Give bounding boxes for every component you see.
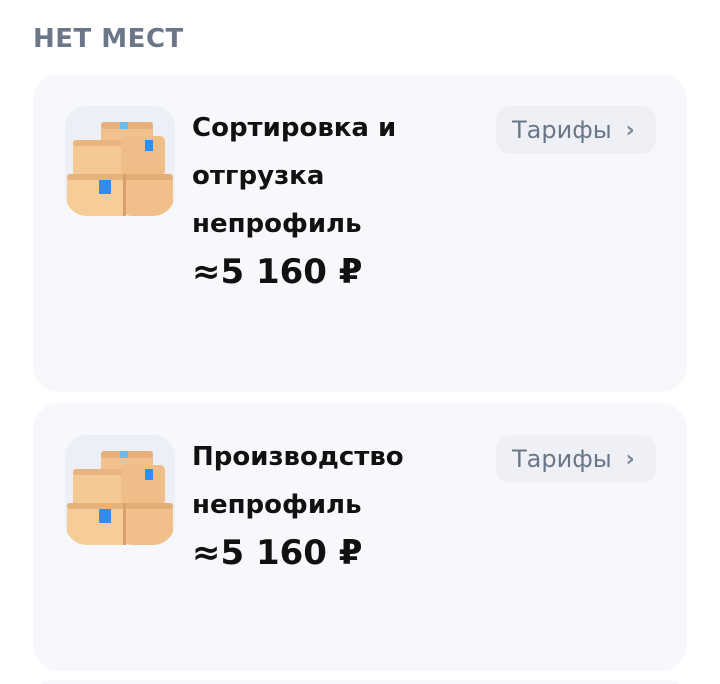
chevron-right-icon: › (625, 446, 635, 472)
price: ≈5 160 ₽ (192, 533, 363, 573)
next-card-edge (33, 680, 687, 684)
price: ≈5 160 ₽ (192, 252, 363, 292)
tariffs-button-label: Тарифы (512, 445, 612, 473)
section-title: НЕТ МЕСТ (33, 24, 184, 54)
boxes-icon (65, 106, 175, 216)
card-title: Сортировка и отгрузка непрофиль ≈5 160 ₽ (192, 104, 482, 296)
tariff-card[interactable]: Производство непрофиль ≈5 160 ₽ Тарифы › (33, 403, 687, 671)
tariff-card[interactable]: Сортировка и отгрузка непрофиль ≈5 160 ₽… (33, 74, 687, 392)
card-title-line: Производство (192, 442, 404, 472)
card-title-line: отгрузка (192, 161, 325, 191)
tariffs-button[interactable]: Тарифы › (496, 106, 656, 154)
card-title-line: непрофиль (192, 209, 362, 239)
boxes-icon (65, 435, 175, 545)
chevron-right-icon: › (625, 117, 635, 143)
card-title: Производство непрофиль ≈5 160 ₽ (192, 433, 482, 577)
card-title-line: непрофиль (192, 490, 362, 520)
card-title-line: Сортировка и (192, 113, 397, 143)
tariffs-button[interactable]: Тарифы › (496, 435, 656, 483)
tariffs-button-label: Тарифы (512, 116, 612, 144)
page: НЕТ МЕСТ Сортировка и отгрузка непрофиль… (0, 0, 720, 684)
